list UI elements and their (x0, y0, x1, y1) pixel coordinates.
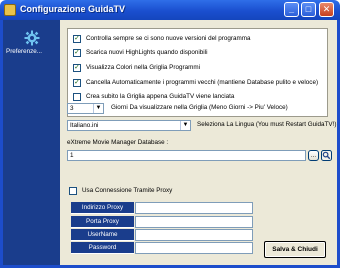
option-label: Crea subito la Griglia appena GuidaTV vi… (86, 93, 235, 100)
browse-button[interactable]: ... (308, 150, 319, 161)
language-select[interactable]: Italiano.ini ▼ (67, 120, 191, 131)
proxy-username-input[interactable] (135, 229, 253, 241)
sidebar: Preferenze... (3, 20, 60, 265)
checkbox[interactable] (73, 48, 81, 57)
dialog-body: Preferenze... Controlla sempre se ci son… (0, 20, 340, 268)
option-label: Cancella Automaticamente i programmi vec… (86, 79, 319, 86)
days-value: 3 (70, 105, 74, 112)
use-proxy-option[interactable]: Usa Connessione Tramite Proxy (69, 185, 172, 196)
proxy-password-input[interactable] (135, 242, 253, 254)
gear-icon[interactable] (24, 30, 40, 46)
proxy-address-input[interactable] (135, 202, 253, 214)
chevron-down-icon[interactable]: ▼ (180, 121, 190, 130)
option-check-updates[interactable]: Controlla sempre se ci sono nuove versio… (73, 33, 251, 44)
database-label: eXtreme Movie Manager Database : (67, 139, 169, 146)
database-path-input[interactable]: 1 (67, 150, 306, 161)
magnifier-icon[interactable] (321, 150, 332, 161)
days-select[interactable]: 3 ▼ (67, 103, 104, 114)
option-label: Controlla sempre se ci sono nuove versio… (86, 35, 251, 42)
option-label: Visualizza Colori nella Griglia Programm… (86, 64, 200, 71)
checkbox[interactable] (73, 92, 81, 101)
option-show-colors[interactable]: Visualizza Colori nella Griglia Programm… (73, 62, 200, 73)
chevron-down-icon[interactable]: ▼ (93, 104, 103, 113)
sidebar-item-preferences[interactable]: Preferenze... (6, 48, 42, 55)
use-proxy-label: Usa Connessione Tramite Proxy (82, 187, 173, 194)
option-download-highlights[interactable]: Scarica nuovi HighLights quando disponib… (73, 47, 207, 58)
use-proxy-checkbox[interactable] (69, 186, 77, 195)
minimize-button[interactable]: _ (284, 2, 299, 17)
checkbox[interactable] (73, 78, 81, 87)
window-title: Configurazione GuidaTV (20, 4, 125, 14)
language-label: Seleziona La Lingua (You must Restart Gu… (197, 121, 337, 128)
maximize-button[interactable]: □ (301, 2, 316, 17)
app-icon (4, 4, 16, 16)
save-and-close-button[interactable]: Salva & Chiudi (264, 241, 326, 258)
close-button[interactable]: ✕ (319, 2, 334, 17)
proxy-port-input[interactable] (135, 216, 253, 228)
proxy-username-label: UserName (71, 229, 134, 241)
option-create-grid[interactable]: Crea subito la Griglia appena GuidaTV vi… (73, 91, 234, 102)
days-label: Giorni Da visualizzare nella Griglia (Me… (111, 104, 288, 111)
title-bar[interactable]: Configurazione GuidaTV _ □ ✕ (0, 0, 340, 20)
option-auto-delete[interactable]: Cancella Automaticamente i programmi vec… (73, 77, 318, 88)
proxy-address-label: Indirizzo Proxy (71, 202, 134, 214)
language-value: Italiano.ini (70, 122, 99, 129)
option-label: Scarica nuovi HighLights quando disponib… (86, 49, 208, 56)
proxy-password-label: Password (71, 242, 134, 254)
checkbox[interactable] (73, 63, 81, 72)
proxy-port-label: Porta Proxy (71, 216, 134, 228)
checkbox[interactable] (73, 34, 81, 43)
